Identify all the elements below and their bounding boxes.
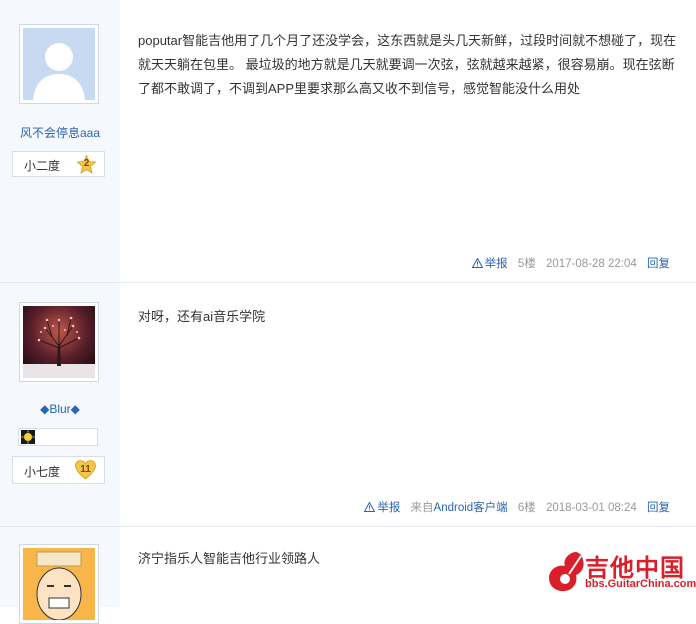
warning-icon — [471, 258, 483, 268]
site-watermark: 吉他中国 bbs.GuitarChina.com — [545, 548, 696, 594]
rank-label: 小二度 — [24, 159, 61, 173]
post-content: 对呀，还有ai音乐学院 — [138, 309, 266, 324]
medal-bar — [18, 428, 98, 446]
post-floor-6: ◆Blur◆ 小七度 11 对呀，还有ai音乐学院 举报 来自Android客户… — [0, 283, 696, 527]
post-body: poputar智能吉他用了几个月了还没学会，这东西就是头几天新鲜，过段时间就不想… — [120, 0, 696, 282]
android-client-link[interactable]: Android客户端 — [434, 502, 508, 514]
floor-number: 6楼 — [517, 502, 536, 514]
post-footer: 举报 来自Android客户端 6楼 2018-03-01 08:24 回复 — [364, 499, 670, 515]
post-floor-5: 风不会停息aaa 小二度 2 poputar智能吉他用了几个月了还没学会，这东西… — [0, 0, 696, 283]
source-label: 来自Android客户端 — [410, 502, 508, 514]
avatar[interactable] — [19, 24, 99, 104]
rank-box: 小二度 2 — [12, 151, 105, 177]
author-sidebar: 风不会停息aaa 小二度 2 — [0, 0, 120, 282]
avatar[interactable] — [19, 302, 99, 382]
default-avatar-icon — [23, 28, 95, 100]
post-footer: 举报 5楼 2017-08-28 22:04 回复 — [471, 255, 670, 271]
post-time: 2018-03-01 08:24 — [545, 502, 637, 514]
reply-link[interactable]: 回复 — [647, 258, 670, 270]
author-sidebar: ◆Blur◆ 小七度 11 — [0, 283, 120, 526]
rank-box: 小七度 11 — [12, 456, 105, 484]
tree-avatar-image — [23, 306, 95, 378]
star-level-icon: 2 — [76, 154, 97, 174]
author-sidebar — [0, 527, 120, 624]
reply-link[interactable]: 回复 — [647, 502, 670, 514]
sun-medal-icon — [21, 430, 35, 444]
username[interactable]: ◆Blur◆ — [0, 402, 120, 416]
rank-label: 小七度 — [24, 465, 61, 479]
heart-level-icon: 11 — [75, 460, 96, 480]
post-content: poputar智能吉他用了几个月了还没学会，这东西就是头几天新鲜，过段时间就不想… — [138, 33, 677, 96]
username[interactable]: 风不会停息aaa — [0, 124, 120, 141]
warning-icon — [364, 502, 376, 512]
floor-number: 5楼 — [517, 258, 536, 270]
rank-level: 11 — [80, 464, 91, 475]
post-time: 2017-08-28 22:04 — [545, 258, 637, 270]
report-link[interactable]: 举报 — [485, 258, 508, 270]
report-link[interactable]: 举报 — [377, 502, 400, 514]
watermark-domain: bbs.GuitarChina.com — [585, 578, 696, 590]
post-body: 对呀，还有ai音乐学院 举报 来自Android客户端 6楼 2018-03-0… — [120, 283, 696, 526]
guitar-logo-icon — [549, 552, 584, 592]
rank-level: 2 — [83, 158, 90, 169]
avatar[interactable] — [19, 544, 99, 624]
cartoon-avatar-image — [23, 548, 95, 620]
